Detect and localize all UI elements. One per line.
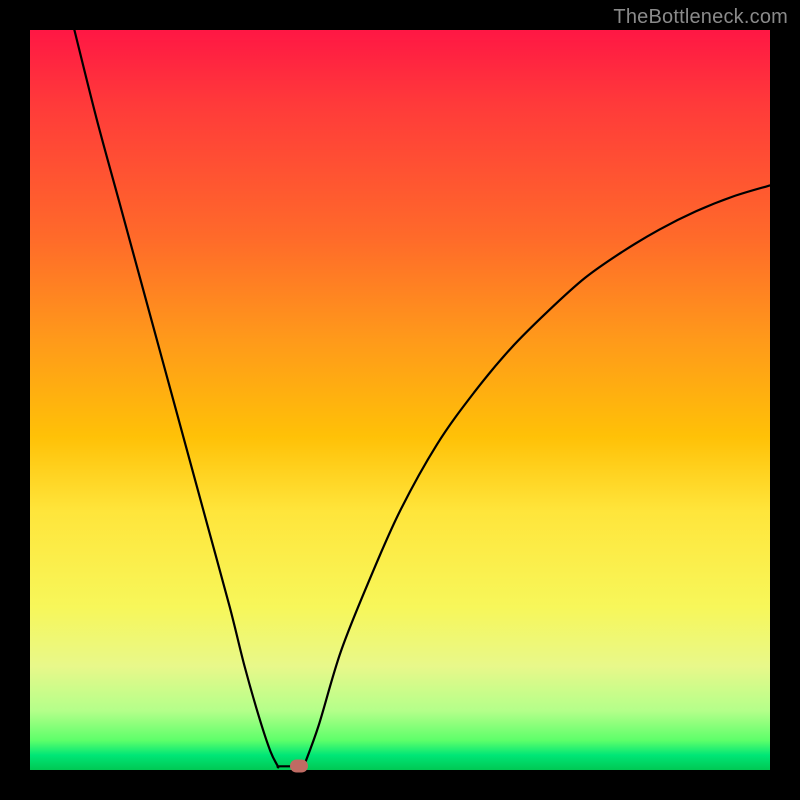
- attribution-label: TheBottleneck.com: [613, 6, 788, 29]
- bottleneck-curve: [30, 30, 770, 770]
- optimum-marker: [290, 760, 308, 773]
- chart-frame: TheBottleneck.com: [0, 0, 800, 800]
- plot-area: [30, 30, 770, 770]
- curve-path: [74, 30, 770, 769]
